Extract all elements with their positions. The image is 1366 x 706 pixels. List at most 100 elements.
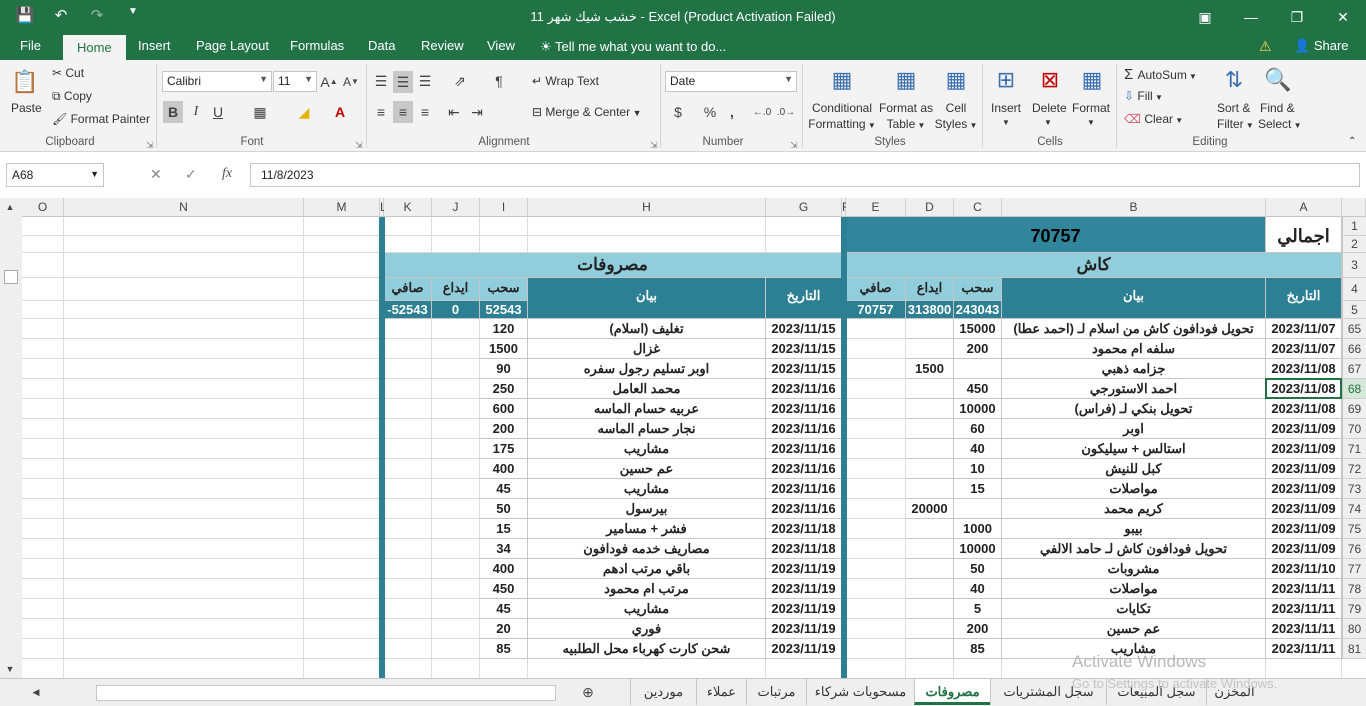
sheet-tab[interactable]: مرتبات — [746, 679, 806, 705]
exp-row-desc[interactable]: مشاريب — [528, 479, 766, 499]
align-bottom-icon[interactable]: ☰ — [416, 71, 434, 91]
exp-row-withdraw[interactable]: 45 — [480, 479, 528, 499]
name-box[interactable]: A68 ▼ — [6, 163, 104, 187]
column-header-g[interactable]: G — [766, 198, 842, 217]
cash-row-deposit[interactable] — [906, 399, 954, 419]
dialog-launcher-icon[interactable]: ⇲ — [146, 140, 154, 151]
outline-checkbox[interactable] — [4, 270, 18, 284]
select-all-corner[interactable] — [1342, 198, 1366, 217]
exp-row-withdraw[interactable]: 450 — [480, 579, 528, 599]
cash-row-date[interactable]: 2023/11/08 — [1266, 399, 1342, 419]
find-select-icon[interactable]: 🔍 — [1262, 64, 1294, 96]
cash-row-date[interactable]: 2023/11/11 — [1266, 599, 1342, 619]
cash-row-deposit[interactable] — [906, 379, 954, 399]
exp-col-deposit[interactable]: ايداع — [432, 278, 480, 301]
exp-row-desc[interactable]: عم حسين — [528, 459, 766, 479]
cash-row-deposit[interactable] — [906, 439, 954, 459]
dialog-launcher-icon[interactable]: ⇲ — [790, 140, 798, 151]
cash-row-desc[interactable]: استالس + سيليكون — [1002, 439, 1266, 459]
minimize-icon[interactable]: — — [1228, 0, 1274, 34]
cash-row-desc[interactable]: تحويل فودافون كاش من اسلام لـ (احمد عطا) — [1002, 319, 1266, 339]
underline-button[interactable]: U — [208, 101, 228, 123]
row-header-76[interactable]: 76 — [1342, 539, 1366, 559]
bold-button[interactable]: B — [163, 101, 183, 123]
decrease-decimal-icon[interactable]: .0→ — [776, 102, 796, 122]
exp-total-net[interactable]: -52543 — [384, 301, 432, 319]
cash-row-desc[interactable]: مشاريب — [1002, 639, 1266, 659]
cash-row-date[interactable]: 2023/11/07 — [1266, 339, 1342, 359]
cancel-icon[interactable]: ✕ — [150, 166, 162, 183]
worksheet-grid[interactable]: ▲▼ONMLKJIHGFEDCBA12345656667686970717273… — [0, 198, 1366, 678]
ribbon-display-icon[interactable]: ▣ — [1182, 0, 1228, 34]
cash-row-withdraw[interactable]: 10000 — [954, 399, 1002, 419]
sheet-tab[interactable]: سجل المشتريات — [990, 679, 1106, 705]
row-header-2[interactable]: 2 — [1342, 236, 1366, 253]
insert-cells-button[interactable]: Insert — [991, 101, 1021, 115]
cash-row-desc[interactable]: جزامه ذهبي — [1002, 359, 1266, 379]
exp-row-withdraw[interactable]: 120 — [480, 319, 528, 339]
cash-row-desc[interactable]: اوبر — [1002, 419, 1266, 439]
currency-button[interactable]: $ — [668, 102, 688, 122]
merge-center-button[interactable]: ⊟ Merge & Center ▼ — [532, 105, 642, 119]
insert-cells-icon[interactable]: ⊞ — [990, 64, 1022, 96]
cash-row-withdraw[interactable]: 50 — [954, 559, 1002, 579]
scroll-left-icon[interactable]: ◀ — [30, 685, 42, 699]
column-header-j[interactable]: J — [432, 198, 480, 217]
cash-row-desc[interactable]: مواصلات — [1002, 579, 1266, 599]
cash-row-deposit[interactable] — [906, 539, 954, 559]
font-name-combo[interactable]: Calibri ▼ — [162, 71, 272, 92]
grow-font-icon[interactable]: A ▲ — [320, 71, 338, 92]
cash-row-withdraw[interactable]: 40 — [954, 439, 1002, 459]
row-header-4[interactable]: 4 — [1342, 278, 1366, 301]
cash-row-withdraw[interactable]: 1000 — [954, 519, 1002, 539]
save-icon[interactable]: 💾 — [14, 6, 36, 24]
font-size-combo[interactable]: 11 ▼ — [273, 71, 317, 92]
row-header-78[interactable]: 78 — [1342, 579, 1366, 599]
exp-row-withdraw[interactable]: 50 — [480, 499, 528, 519]
exp-row-date[interactable]: 2023/11/16 — [766, 419, 842, 439]
cash-row-desc[interactable]: مواصلات — [1002, 479, 1266, 499]
cash-row-date[interactable]: 2023/11/11 — [1266, 579, 1342, 599]
cash-row-withdraw[interactable] — [954, 359, 1002, 379]
exp-row-date[interactable]: 2023/11/16 — [766, 479, 842, 499]
close-icon[interactable]: ✕ — [1320, 0, 1366, 34]
align-center-icon[interactable]: ≡ — [393, 101, 413, 123]
total-value-cell[interactable]: 70757 — [846, 217, 1266, 253]
exp-row-desc[interactable]: فشر + مسامير — [528, 519, 766, 539]
fill-color-icon[interactable]: ◢ — [294, 101, 314, 123]
exp-row-date[interactable]: 2023/11/19 — [766, 619, 842, 639]
chevron-down-icon[interactable]: ▼ — [1087, 118, 1095, 127]
autosum-button[interactable]: Σ AutoSum ▼ — [1124, 66, 1197, 83]
format-painter-button[interactable]: 🖌 Format Painter — [52, 112, 150, 126]
scroll-up-icon[interactable]: ▲ — [3, 200, 17, 214]
paste-icon[interactable]: 📋 — [9, 66, 41, 98]
sheet-tab[interactable]: مسحوبات شركاء — [806, 679, 914, 705]
decrease-indent-icon[interactable]: ⇤ — [444, 102, 464, 122]
cash-section-header[interactable]: كاش — [846, 253, 1342, 278]
row-header-81[interactable]: 81 — [1342, 639, 1366, 659]
align-top-icon[interactable]: ☰ — [372, 71, 390, 91]
exp-row-date[interactable]: 2023/11/19 — [766, 639, 842, 659]
number-format-combo[interactable]: Date ▼ — [665, 71, 797, 92]
row-header-65[interactable]: 65 — [1342, 319, 1366, 339]
cash-row-desc[interactable]: تحويل فودافون كاش لـ حامد الالفي — [1002, 539, 1266, 559]
conditional-formatting-button[interactable]: Conditional — [810, 101, 874, 115]
cash-row-deposit[interactable] — [906, 579, 954, 599]
paste-button[interactable]: Paste — [11, 101, 42, 115]
exp-col-withdraw[interactable]: سحب — [480, 278, 528, 301]
exp-row-withdraw[interactable]: 200 — [480, 419, 528, 439]
sort-filter-button[interactable]: Sort & — [1217, 101, 1250, 115]
align-left-icon[interactable]: ≡ — [372, 102, 390, 122]
cash-row-desc[interactable]: بيبو — [1002, 519, 1266, 539]
cell-styles-button[interactable]: Cell — [940, 101, 972, 115]
exp-col-net[interactable]: صافي — [384, 278, 432, 301]
increase-decimal-icon[interactable]: ←.0 — [752, 102, 772, 122]
cash-row-date[interactable]: 2023/11/09 — [1266, 439, 1342, 459]
row-header-79[interactable]: 79 — [1342, 599, 1366, 619]
cash-row-deposit[interactable]: 1500 — [906, 359, 954, 379]
exp-row-withdraw[interactable]: 45 — [480, 599, 528, 619]
cash-row-deposit[interactable]: 20000 — [906, 499, 954, 519]
chevron-down-icon[interactable]: ▼ — [1002, 118, 1010, 127]
delete-cells-icon[interactable]: ⊠ — [1034, 64, 1066, 96]
cash-row-date[interactable]: 2023/11/09 — [1266, 459, 1342, 479]
